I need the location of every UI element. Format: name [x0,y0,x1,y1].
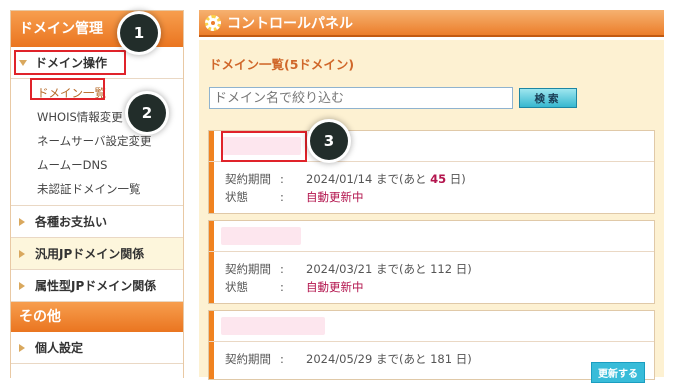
contract-period-row: 契約期間 : 2024/01/14 まで (あと 45 日) [225,170,654,188]
step-badge-1: 1 [120,14,158,52]
sidebar-section-payments[interactable]: 各種お支払い [11,206,183,238]
remaining-open: (あと [398,262,427,276]
domain-card: 契約期間 : 2024/05/29 まで (あと 181 日) 更新する [208,310,655,383]
remaining-close: 日) [449,172,466,186]
domain-list-title: ドメイン一覧(5ドメイン) [209,57,355,72]
gear-icon [205,14,221,31]
sidebar-section-personal-settings[interactable]: 個人設定 [11,332,183,364]
sidebar-item-unverified[interactable]: 未認証ドメイン一覧 [11,177,183,201]
remaining-open: (あと [398,172,427,186]
domain-filter-input[interactable] [209,87,513,109]
until-text: まで [375,262,399,276]
domain-name-redacted[interactable] [221,227,301,245]
domain-card: 契約期間 : 2024/03/21 まで (あと 112 日) 状態 : 自動更… [208,220,655,304]
collapsed-arrow-icon [19,281,25,290]
highlight-box-domain-list [30,78,105,100]
contract-period-row: 契約期間 : 2024/05/29 まで (あと 181 日) [225,350,654,368]
contract-period-label: 契約期間 [225,172,271,186]
status-value: 自動更新中 [306,280,364,294]
status-label: 状態 [225,280,248,294]
sidebar-section-label: 属性型JPドメイン関係 [35,279,157,293]
remaining-days: 112 [430,262,453,276]
domain-card-header [209,221,654,252]
remaining-close: 日) [455,262,472,276]
sidebar-section-label: 各種お支払い [35,215,108,229]
sidebar-item-nameserver[interactable]: ネームサーバ設定変更 [11,129,183,153]
search-button[interactable]: 検索 [519,88,577,108]
until-text: まで [375,172,399,186]
contract-period-row: 契約期間 : 2024/03/21 まで (あと 112 日) [225,260,654,278]
control-panel-header: コントロールパネル [199,10,664,37]
control-panel-title: コントロールパネル [227,15,353,32]
contract-date: 2024/05/29 [306,352,373,366]
sidebar-section-label: 個人設定 [35,341,84,355]
remaining-days: 45 [430,172,447,186]
separator: : [280,352,284,366]
collapsed-arrow-icon [19,249,25,258]
contract-period-label: 契約期間 [225,262,271,276]
status-row: 状態 : 自動更新中 [225,188,654,206]
renew-button[interactable]: 更新する [591,362,645,383]
collapsed-arrow-icon [19,343,25,352]
separator: : [280,190,284,204]
domain-card-header [209,311,654,342]
sidebar-header-other: その他 [11,302,183,332]
status-value: 自動更新中 [306,190,364,204]
sidebar-section-label: 汎用JPドメイン関係 [35,247,145,261]
step-badge-2: 2 [128,94,166,132]
contract-period-label: 契約期間 [225,352,271,366]
until-text: まで [375,352,399,366]
domain-name-redacted[interactable] [221,317,325,335]
domain-card-body: 契約期間 : 2024/05/29 まで (あと 181 日) [209,342,654,368]
highlight-box-domain-ops [14,50,126,75]
separator: : [280,262,284,276]
separator: : [280,280,284,294]
main-content: ドメイン一覧(5ドメイン) 検索 契約期間 : 2024/01/14 まで (あ… [199,40,664,383]
sidebar-item-muumuu-dns[interactable]: ムームーDNS [11,153,183,177]
status-row: 状態 : 自動更新中 [225,278,654,296]
domain-card-body: 契約期間 : 2024/01/14 まで (あと 45 日) 状態 : 自動更新… [209,162,654,206]
highlight-box-domain-name [221,131,307,162]
filter-row: 検索 [209,87,654,109]
separator: : [280,172,284,186]
domain-card-body: 契約期間 : 2024/03/21 まで (あと 112 日) 状態 : 自動更… [209,252,654,296]
sidebar-section-generic-jp[interactable]: 汎用JPドメイン関係 [11,238,183,270]
sidebar-section-attribute-jp[interactable]: 属性型JPドメイン関係 [11,270,183,302]
collapsed-arrow-icon [19,217,25,226]
status-label: 状態 [225,190,248,204]
contract-date: 2024/03/21 [306,262,373,276]
remaining-days: 181 [430,352,453,366]
contract-date: 2024/01/14 [306,172,373,186]
remaining-open: (あと [398,352,427,366]
remaining-close: 日) [455,352,472,366]
step-badge-3: 3 [310,122,348,160]
